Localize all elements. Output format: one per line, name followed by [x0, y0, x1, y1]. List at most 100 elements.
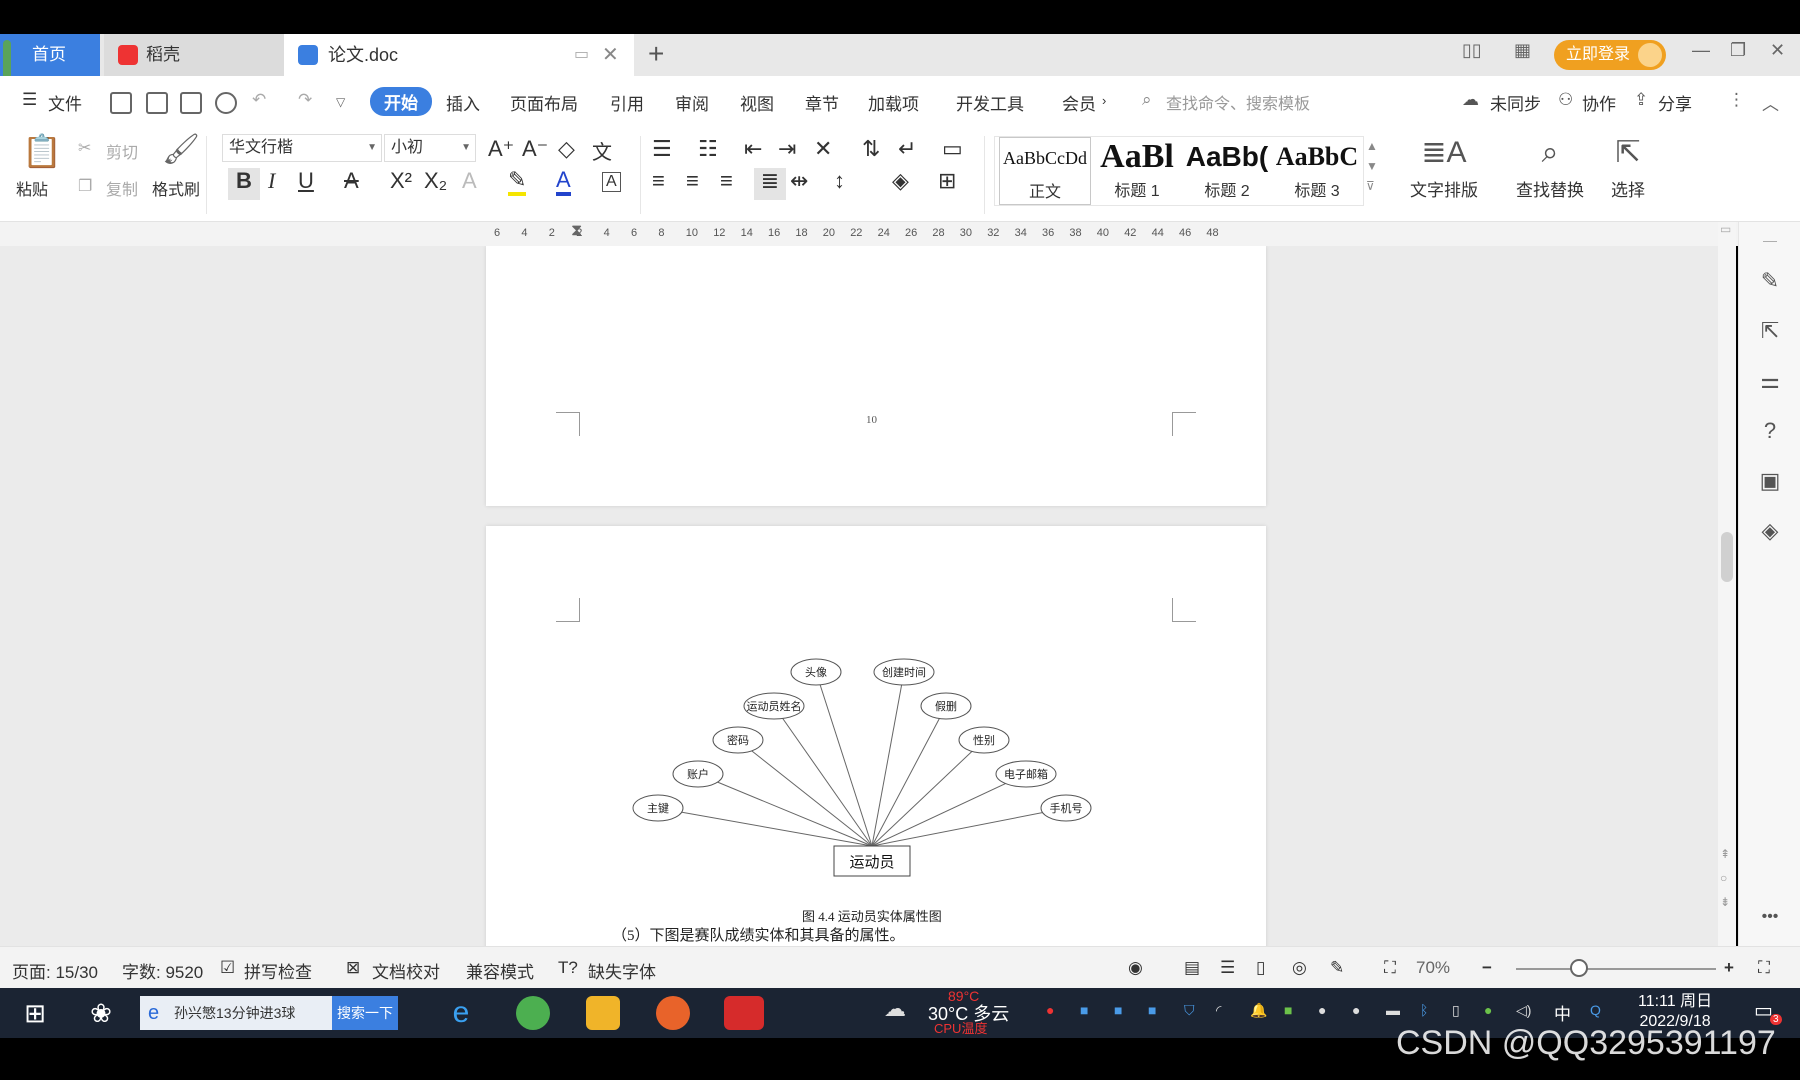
tab-daoke[interactable]: 稻壳	[104, 34, 284, 76]
file-explorer-icon[interactable]	[586, 996, 620, 1030]
zoom-out-icon[interactable]: −	[1482, 958, 1492, 978]
collaborate-button[interactable]: 协作	[1582, 90, 1616, 115]
select-button[interactable]: ⇱ 选择	[1600, 130, 1656, 201]
spellcheck-button[interactable]: 拼写检查	[244, 958, 312, 983]
line-spacing-icon[interactable]: ↕	[834, 168, 845, 194]
image-tool-icon[interactable]: ▣	[1757, 468, 1783, 494]
paste-button[interactable]: 粘贴	[16, 176, 48, 200]
format-painter-icon[interactable]: 🖌	[162, 132, 200, 167]
tab-pin-icon[interactable]: ▭	[574, 34, 589, 76]
tab-home[interactable]: 首页	[0, 34, 100, 116]
outline-view-icon[interactable]: ☰	[1220, 958, 1235, 978]
taskbar-search-button[interactable]: 搜索一下	[332, 996, 398, 1030]
menu-insert[interactable]: 插入	[446, 90, 480, 115]
font-name-select[interactable]: 华文行楷 ▼	[222, 134, 382, 162]
cut-icon[interactable]: ✂	[78, 138, 91, 158]
show-marks-icon[interactable]: ↵	[898, 136, 916, 162]
borders-icon[interactable]: ⊞	[938, 168, 956, 194]
undo-icon[interactable]: ↶	[252, 90, 266, 110]
style-normal[interactable]: AaBbCcDd 正文	[999, 137, 1091, 205]
style-heading-1[interactable]: AaBl 标题 1	[1091, 137, 1183, 205]
tray-app-icon[interactable]: ●	[1046, 1002, 1054, 1018]
page-view-icon[interactable]: ▤	[1184, 958, 1200, 978]
tray-app-icon[interactable]: ■	[1080, 1002, 1088, 1018]
pen-icon[interactable]: ✎	[1757, 268, 1783, 294]
phonetic-guide-icon[interactable]: 文	[592, 136, 612, 165]
close-window-icon[interactable]: ✕	[1770, 40, 1785, 61]
new-tab-button[interactable]: +	[648, 38, 664, 70]
tab-close-icon[interactable]: ✕	[602, 34, 619, 76]
share-button[interactable]: 分享	[1658, 90, 1692, 115]
find-replace-button[interactable]: ⌕ 查找替换	[1508, 130, 1592, 201]
subscript-button[interactable]: X₂	[424, 168, 447, 194]
ie-browser-icon[interactable]: e	[444, 996, 478, 1030]
char-border-icon[interactable]: A	[602, 172, 621, 192]
table-tools-icon[interactable]: ▭	[942, 136, 963, 162]
panel-handle-icon[interactable]: —	[1757, 232, 1783, 248]
align-left-icon[interactable]: ≡	[652, 168, 665, 194]
highlight-icon[interactable]: ✎	[508, 168, 527, 196]
bold-button[interactable]: B	[228, 168, 260, 200]
chinese-layout-icon[interactable]: ✕	[814, 136, 832, 162]
customize-quick-access-icon[interactable]: ▽	[336, 95, 345, 109]
windows-start-icon[interactable]: ⊞	[18, 996, 52, 1030]
proofread-button[interactable]: 文档校对	[372, 958, 440, 983]
shrink-font-icon[interactable]: A⁻	[522, 136, 548, 162]
text-effect-button[interactable]: A	[462, 168, 477, 194]
numbered-list-icon[interactable]: ☷	[698, 136, 718, 162]
wps-app-icon[interactable]	[724, 996, 764, 1030]
web-view-icon[interactable]: ◎	[1292, 958, 1307, 978]
fit-page-icon[interactable]: ⛶	[1384, 958, 1396, 978]
increase-indent-icon[interactable]: ⇥	[778, 136, 796, 162]
menu-more-icon[interactable]: ›	[1102, 93, 1106, 108]
fullscreen-icon[interactable]: ⛶	[1758, 958, 1770, 978]
superscript-button[interactable]: X²	[390, 168, 412, 194]
minimize-icon[interactable]: —	[1692, 40, 1710, 61]
browser-360-icon[interactable]	[516, 996, 550, 1030]
notification-bell-icon[interactable]: 🔔	[1250, 1002, 1267, 1019]
decrease-indent-icon[interactable]: ⇤	[744, 136, 762, 162]
menu-page-layout[interactable]: 页面布局	[510, 90, 578, 115]
shading-icon[interactable]: ◈	[892, 168, 909, 194]
distribute-icon[interactable]: ⇹	[790, 168, 808, 194]
qq-icon[interactable]: ●	[1318, 1002, 1326, 1018]
grid-apps-icon[interactable]: ▦	[1514, 40, 1531, 61]
italic-button[interactable]: I	[268, 168, 275, 194]
read-view-icon[interactable]: ▯	[1256, 958, 1265, 978]
indent-marker-icon[interactable]: ⧗	[571, 222, 582, 240]
tray-app-icon[interactable]: ■	[1148, 1002, 1156, 1018]
volume-icon[interactable]: ◁)	[1516, 1002, 1531, 1019]
font-color-icon[interactable]: A	[556, 168, 571, 196]
zoom-in-icon[interactable]: +	[1724, 958, 1734, 978]
zoom-slider-knob[interactable]	[1570, 959, 1588, 977]
text-layout-button[interactable]: ≣A 文字排版	[1402, 130, 1486, 201]
clear-format-icon[interactable]: ◇	[558, 136, 575, 162]
paste-icon[interactable]: 📋	[22, 132, 62, 170]
align-center-icon[interactable]: ≡	[686, 168, 699, 194]
page-nav-icon[interactable]: ⇞ ○ ⇟	[1720, 842, 1730, 914]
save-as-icon[interactable]	[146, 92, 168, 114]
tray-app-icon[interactable]: ●	[1484, 1002, 1492, 1018]
horizontal-ruler[interactable]: 6 4 2 2 4 6 8 10 12 14 16 18 20 22 24 26 28 30 32 34 36 38 40 4…	[0, 222, 1800, 246]
taskbar-search-input[interactable]: e 孙兴慜13分钟进3球	[140, 996, 332, 1030]
cursor-select-icon[interactable]: ⇱	[1757, 318, 1783, 344]
tab-document[interactable]: 论文.doc ▭ ✕	[284, 34, 634, 76]
copy-icon[interactable]: ❐	[78, 176, 92, 196]
keyboard-icon[interactable]: ▬	[1386, 1002, 1400, 1018]
more-options-icon[interactable]: ⋮	[1728, 90, 1745, 110]
menu-review[interactable]: 审阅	[675, 90, 709, 115]
menu-developer[interactable]: 开发工具	[956, 90, 1024, 115]
eye-protection-icon[interactable]: ◉	[1128, 958, 1143, 978]
grow-font-icon[interactable]: A⁺	[488, 136, 514, 162]
menu-addins[interactable]: 加载项	[868, 90, 919, 115]
bullet-list-icon[interactable]: ☰	[652, 136, 672, 162]
font-size-select[interactable]: 小初 ▼	[384, 134, 476, 162]
shield-icon[interactable]: ⛉	[1184, 1002, 1195, 1019]
app-tiger-icon[interactable]	[656, 996, 690, 1030]
cut-button[interactable]: 剪切	[106, 139, 138, 163]
tray-q-icon[interactable]: Q	[1590, 1002, 1601, 1018]
style-heading-3[interactable]: AaBbC 标题 3	[1271, 137, 1363, 205]
write-mode-icon[interactable]: ✎	[1330, 958, 1344, 978]
page-indicator[interactable]: 页面: 15/30	[12, 958, 98, 983]
menu-start[interactable]: 开始	[370, 87, 432, 116]
